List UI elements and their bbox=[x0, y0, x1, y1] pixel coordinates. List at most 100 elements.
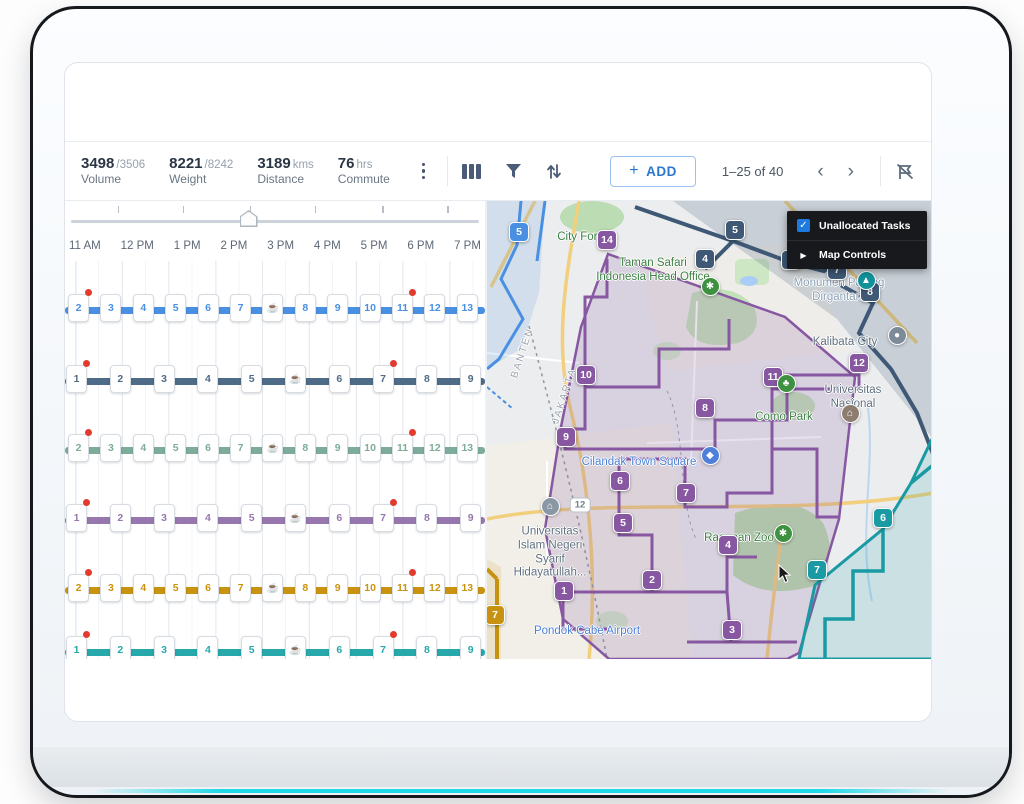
map-stop-marker[interactable]: 12 bbox=[849, 353, 869, 373]
map-stop-marker[interactable]: 9 bbox=[556, 427, 576, 447]
filter-icon[interactable] bbox=[505, 163, 522, 179]
break-stop[interactable]: ☕ bbox=[262, 434, 284, 462]
route-stop[interactable]: 3 bbox=[153, 365, 175, 393]
paw-icon[interactable]: ✱ bbox=[700, 277, 720, 296]
prev-page-icon[interactable]: ‹ bbox=[805, 162, 835, 181]
route-stop[interactable]: 1 bbox=[66, 499, 90, 532]
campus-icon[interactable]: ⌂ bbox=[540, 497, 560, 516]
unallocated-tasks-toggle[interactable]: ✓ Unallocated Tasks bbox=[787, 211, 927, 240]
slider-handle[interactable] bbox=[239, 210, 258, 227]
route-stop[interactable]: 8 bbox=[294, 434, 316, 462]
route-stop[interactable]: 8 bbox=[416, 365, 438, 393]
map-stop-marker[interactable]: 2 bbox=[642, 570, 662, 590]
add-button[interactable]: + ADD bbox=[610, 155, 696, 187]
route-stop[interactable]: 12 bbox=[424, 294, 446, 322]
route-stop[interactable]: 4 bbox=[197, 365, 219, 393]
map-stop-marker[interactable]: 4 bbox=[695, 249, 715, 269]
route-stop[interactable]: 4 bbox=[132, 434, 154, 462]
route-stop[interactable]: 2 bbox=[109, 636, 131, 659]
map-stop-marker[interactable]: 7 bbox=[807, 560, 827, 580]
route-stop[interactable]: 4 bbox=[132, 294, 154, 322]
checked-checkbox-icon[interactable]: ✓ bbox=[797, 219, 810, 232]
route-stop[interactable]: 6 bbox=[197, 294, 219, 322]
route-stop[interactable]: 9 bbox=[460, 636, 482, 659]
route-stop[interactable]: 2 bbox=[68, 289, 92, 322]
route-stop[interactable]: 1 bbox=[66, 631, 90, 659]
route-stop[interactable]: 7 bbox=[372, 360, 397, 393]
route-stop[interactable]: 13 bbox=[456, 434, 478, 462]
route-stop[interactable]: 8 bbox=[416, 636, 438, 659]
map-stop-marker[interactable]: 5 bbox=[613, 513, 633, 533]
sort-icon[interactable] bbox=[546, 163, 562, 180]
route-stop[interactable]: 9 bbox=[460, 365, 482, 393]
map-stop-marker[interactable]: 14 bbox=[597, 230, 617, 250]
tree-icon[interactable]: ♣ bbox=[776, 374, 796, 393]
route-stop[interactable]: 11 bbox=[392, 429, 416, 462]
route-stop[interactable]: 5 bbox=[241, 365, 263, 393]
map-stop-marker[interactable]: 10 bbox=[576, 365, 596, 385]
route-stop[interactable]: 11 bbox=[392, 569, 416, 602]
route-stop[interactable]: 10 bbox=[359, 574, 381, 602]
route-stop[interactable]: 6 bbox=[328, 636, 350, 659]
route-stop[interactable]: 5 bbox=[165, 434, 187, 462]
mall-bag-icon[interactable]: ◆ bbox=[700, 446, 720, 465]
route-stop[interactable]: 9 bbox=[327, 574, 349, 602]
break-stop[interactable]: ☕ bbox=[285, 636, 306, 659]
route-stop[interactable]: 5 bbox=[241, 504, 263, 532]
route-stop[interactable]: 7 bbox=[230, 574, 251, 602]
route-stop[interactable]: 13 bbox=[456, 574, 478, 602]
route-stop[interactable]: 6 bbox=[197, 434, 219, 462]
route-stop[interactable]: 2 bbox=[68, 569, 92, 602]
route-stop[interactable]: 7 bbox=[372, 499, 397, 532]
route-stop[interactable]: 8 bbox=[416, 504, 438, 532]
route-stop[interactable]: 4 bbox=[197, 504, 219, 532]
route-stop[interactable]: 5 bbox=[165, 294, 187, 322]
route-stop[interactable]: 11 bbox=[392, 289, 416, 322]
tower-icon[interactable]: ▲ bbox=[856, 271, 876, 290]
map-stop-marker[interactable]: 7 bbox=[676, 483, 696, 503]
route-stop[interactable]: 7 bbox=[372, 631, 397, 659]
route-stop[interactable]: 3 bbox=[153, 636, 175, 659]
route-stop[interactable]: 9 bbox=[460, 504, 482, 532]
route-stop[interactable]: 6 bbox=[328, 365, 350, 393]
route-stop[interactable]: 8 bbox=[294, 574, 316, 602]
break-stop[interactable]: ☕ bbox=[262, 574, 284, 602]
route-stop[interactable]: 12 bbox=[424, 574, 446, 602]
map-controls-menu[interactable]: ▶ Map Controls bbox=[787, 240, 927, 269]
slider-track[interactable] bbox=[71, 220, 479, 223]
map-stop-marker[interactable]: 8 bbox=[695, 398, 715, 418]
route-stop[interactable]: 3 bbox=[100, 294, 122, 322]
route-stop[interactable]: 2 bbox=[109, 365, 131, 393]
route-stop[interactable]: 1 bbox=[66, 360, 90, 393]
route-stop[interactable]: 5 bbox=[241, 636, 263, 659]
route-stop[interactable]: 6 bbox=[197, 574, 219, 602]
route-stop[interactable]: 3 bbox=[100, 574, 122, 602]
map-panel[interactable]: City Forest Taman Safari Indonesia Head Of… bbox=[487, 201, 931, 659]
route-stop[interactable]: 13 bbox=[456, 294, 478, 322]
map-stop-marker[interactable]: 6 bbox=[873, 508, 893, 528]
route-stop[interactable]: 3 bbox=[153, 504, 175, 532]
route-stop[interactable]: 4 bbox=[132, 574, 154, 602]
route-stop[interactable]: 4 bbox=[197, 636, 219, 659]
route-stop[interactable]: 8 bbox=[294, 294, 316, 322]
route-stop[interactable]: 6 bbox=[328, 504, 350, 532]
map-stop-marker[interactable]: 6 bbox=[610, 471, 630, 491]
route-stop[interactable]: 2 bbox=[109, 504, 131, 532]
break-stop[interactable]: ☕ bbox=[285, 365, 306, 393]
map-stop-marker[interactable]: 5 bbox=[725, 220, 745, 240]
route-stop[interactable]: 9 bbox=[327, 434, 349, 462]
zoo-paw-icon[interactable]: ✱ bbox=[773, 524, 793, 543]
map-stop-marker[interactable]: 5 bbox=[509, 222, 529, 242]
route-stop[interactable]: 12 bbox=[424, 434, 446, 462]
route-stop[interactable]: 10 bbox=[359, 434, 381, 462]
route-stop[interactable]: 5 bbox=[165, 574, 187, 602]
map-stop-marker[interactable]: 7 bbox=[487, 605, 505, 625]
route-stop[interactable]: 3 bbox=[100, 434, 122, 462]
pin-icon[interactable]: ● bbox=[887, 326, 907, 345]
route-stop[interactable]: 7 bbox=[230, 294, 251, 322]
columns-icon[interactable] bbox=[462, 163, 481, 179]
map-stop-marker[interactable]: 4 bbox=[718, 535, 738, 555]
school-icon[interactable]: ⌂ bbox=[840, 404, 860, 423]
route-stop[interactable]: 10 bbox=[359, 294, 381, 322]
map-stop-marker[interactable]: 3 bbox=[722, 620, 742, 640]
